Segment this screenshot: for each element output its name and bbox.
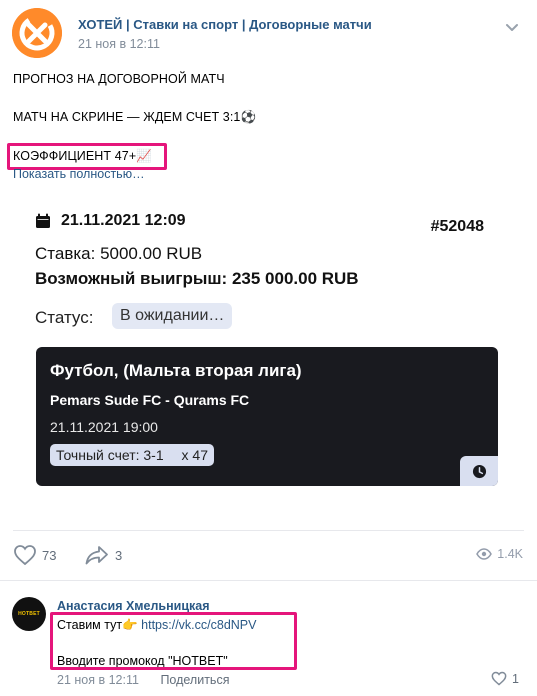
comment-share-link[interactable]: Поделиться	[160, 673, 229, 687]
exact-score-text: Точный счет: 3-1	[56, 447, 164, 463]
bet-possible-win: Возможный выигрыш: 235 000.00 RUB	[35, 269, 359, 288]
post-header: ХОТЕЙ | Ставки на спорт | Договорные мат…	[12, 8, 527, 58]
show-more-link[interactable]: Показать полностью…	[13, 167, 145, 181]
share-count: 3	[115, 547, 123, 563]
comment-like-count: 1	[512, 671, 519, 686]
bet-date: 21.11.2021 12:09	[61, 212, 186, 229]
bet-date-row: 21.11.2021 12:09	[35, 212, 186, 230]
comment-like-button[interactable]: 1	[491, 671, 519, 686]
eye-icon	[476, 548, 493, 560]
like-count: 73	[42, 547, 57, 563]
comment-author[interactable]: Анастасия Хмельницкая	[57, 599, 210, 613]
clock-icon	[472, 464, 486, 478]
share-icon	[85, 546, 108, 565]
views-counter: 1.4K	[476, 547, 523, 561]
share-button[interactable]: 3	[84, 544, 122, 566]
commenter-avatar-logo: HOTBET	[18, 611, 40, 617]
post-text-line-2: МАТЧ НА СКРИНЕ — ЖДЕМ СЧЕТ 3:1⚽	[13, 110, 257, 124]
views-count: 1.4K	[497, 547, 523, 561]
heart-icon	[491, 671, 507, 686]
bet-id: #52048	[430, 218, 484, 235]
status-badge: В ожидании…	[112, 303, 233, 329]
chevron-down-icon	[506, 24, 518, 31]
highlight-box-comment	[50, 612, 297, 670]
more-options-button[interactable]	[501, 16, 523, 38]
status-label: Статус:	[35, 308, 94, 327]
post-date[interactable]: 21 ноя в 12:11	[78, 37, 160, 51]
highlight-box-coefficient	[7, 143, 167, 170]
calendar-icon	[36, 213, 50, 228]
exact-score-badge: Точный счет: 3-1 x 47	[50, 444, 214, 466]
bet-screenshot[interactable]: 21.11.2021 12:09 #52048 Ставка: 5000.00 …	[13, 190, 524, 532]
hotey-logo-icon	[12, 8, 62, 58]
match-league: Футбол, (Мальта вторая лига)	[50, 361, 302, 380]
match-teams: Pemars Sude FC - Qurams FC	[50, 392, 250, 408]
actions-divider	[13, 530, 524, 531]
comment-date[interactable]: 21 ноя в 12:11	[57, 673, 139, 687]
match-card: Футбол, (Мальта вторая лига) Pemars Sude…	[36, 347, 498, 486]
commenter-avatar[interactable]: HOTBET	[12, 597, 46, 631]
comments-divider	[0, 580, 537, 581]
heart-icon	[14, 545, 36, 566]
post-author[interactable]: ХОТЕЙ | Ставки на спорт | Договорные мат…	[78, 17, 372, 32]
odds-text: x 47	[181, 447, 208, 463]
clock-badge	[460, 456, 498, 486]
comment: HOTBET Анастасия Хмельницкая Ставим тут👉…	[12, 597, 527, 693]
match-time: 21.11.2021 19:00	[50, 419, 158, 435]
comment-meta: 21 ноя в 12:11 Поделиться	[57, 673, 229, 687]
bet-stake: Ставка: 5000.00 RUB	[35, 244, 203, 263]
community-avatar[interactable]	[12, 8, 62, 58]
post-text-line-1: ПРОГНОЗ НА ДОГОВОРНОЙ МАТЧ	[13, 72, 225, 86]
like-button[interactable]: 73	[13, 544, 56, 566]
